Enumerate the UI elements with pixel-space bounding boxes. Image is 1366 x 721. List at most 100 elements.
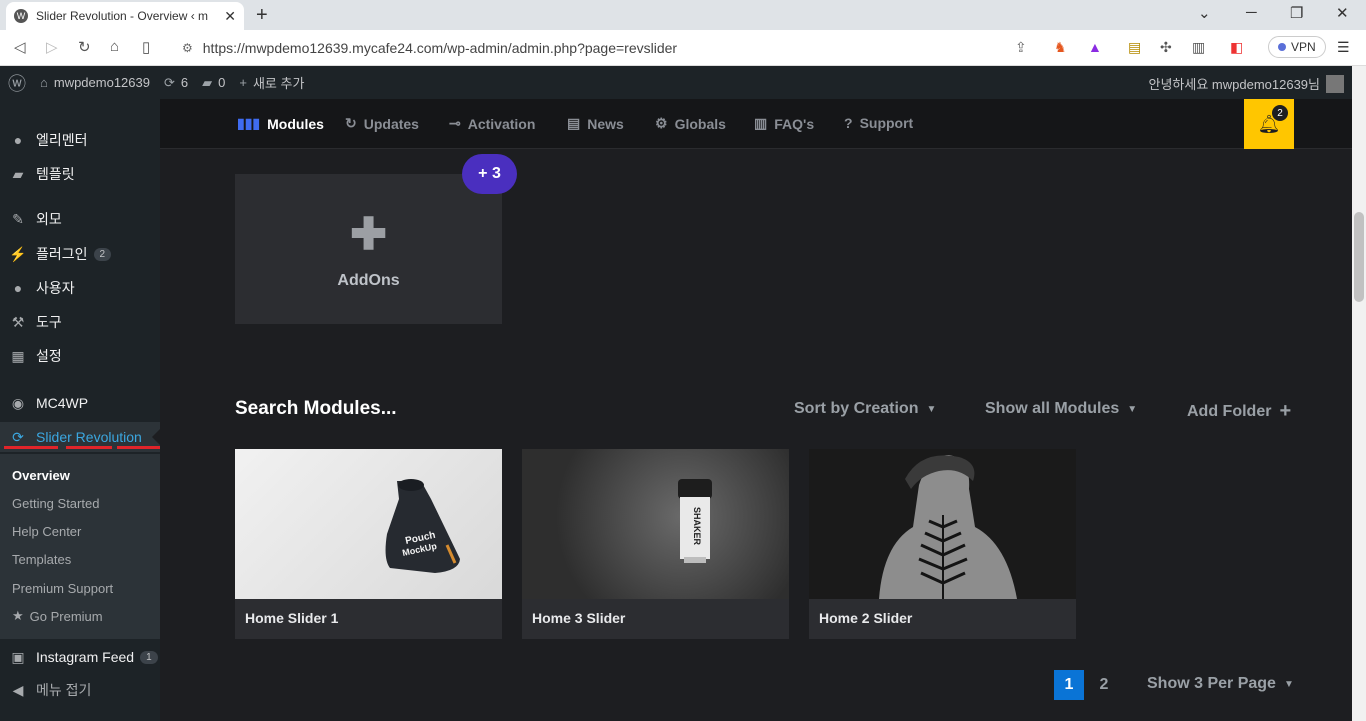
nav-modules[interactable]: ▮▮▮ Modules [237,115,324,132]
key-icon: ⊸ [449,115,461,131]
sidebar-item-templates[interactable]: ▰ 템플릿 [0,159,160,189]
page-scrollbar[interactable] [1352,66,1366,721]
refresh-icon: ⟳ [12,428,24,445]
sidebar-item-label: 메뉴 접기 [36,682,92,698]
comment-icon: ▰ [202,74,213,90]
module-card[interactable]: Home 2 Slider [809,449,1076,639]
per-page-dropdown[interactable]: Show 3 Per Page ▼ [1147,675,1294,693]
forward-icon[interactable]: ▷ [46,38,58,56]
sidebar-item-label: Instagram Feed [36,649,135,665]
sidebar-item-plugins[interactable]: ⚡ 플러그인 2 [0,239,160,269]
page-1-button[interactable]: 1 [1054,670,1084,700]
menu-icon[interactable]: ☰ [1337,39,1350,56]
minimize-icon[interactable]: ─ [1246,4,1257,21]
back-fern-tattoo-image [879,455,1017,599]
sidebar-item-settings[interactable]: ▦ 설정 [0,341,160,371]
sort-dropdown[interactable]: Sort by Creation ▼ [794,400,936,418]
sidebar-item-label: 도구 [36,314,62,330]
share-icon[interactable]: ⇪ [1015,39,1027,56]
sidebar-item-appearance[interactable]: ✎ 외모 [0,204,160,234]
folder-icon: ▰ [12,165,24,182]
new-tab-icon[interactable]: + [256,4,268,27]
nav-label: Globals [674,115,726,132]
site-info-icon[interactable]: ⚙ [182,41,193,55]
help-icon: ? [844,115,853,131]
extension-folder-icon[interactable]: ▤ [1128,39,1141,56]
nav-news[interactable]: ▤ News [567,115,624,132]
sidebar-item-label: 설정 [36,348,62,364]
sidebar-item-mc4wp[interactable]: ◉ MC4WP [0,388,160,418]
plus-icon: + [239,75,247,90]
module-card[interactable]: SHAKER Home 3 Slider [522,449,789,639]
extensions-icon[interactable]: ✣ [1160,39,1172,56]
sidebar-item-tools[interactable]: ⚒ 도구 [0,307,160,337]
new-content-link[interactable]: + 새로 추가 [239,73,304,92]
reload-icon[interactable]: ↻ [78,38,91,56]
url-field[interactable]: ⚙ https://mwpdemo12639.mycafe24.com/wp-a… [172,35,1042,61]
browser-tab[interactable]: W Slider Revolution - Overview ‹ m ✕ [6,2,244,30]
gear-icon: ⚙ [655,115,668,131]
scrollbar-thumb[interactable] [1354,212,1364,302]
caret-down-icon: ▼ [1127,403,1138,415]
brave-shield-icon[interactable]: ♞ [1054,39,1067,56]
maximize-icon[interactable]: ❐ [1290,4,1303,22]
tab-search-chevron-icon[interactable]: ⌄ [1198,4,1211,22]
nav-activation[interactable]: ⊸ Activation [449,115,535,132]
add-folder-label: Add Folder [1187,402,1272,420]
show-label: Show all Modules [985,400,1120,417]
mc4wp-icon: ◉ [11,394,25,411]
sidebar-item-partial[interactable] [0,87,160,103]
modules-icon: ▮▮▮ [237,115,261,131]
wallet-icon[interactable]: ◧ [1230,39,1243,56]
browser-tab-bar: W Slider Revolution - Overview ‹ m ✕ + ⌄… [0,0,1366,30]
submenu-premium-support[interactable]: Premium Support [0,575,160,601]
submenu-help-center[interactable]: Help Center [0,518,160,544]
module-name: Home 2 Slider [819,610,913,626]
red-underline-mark [117,446,160,449]
nav-support[interactable]: ? Support [844,115,913,131]
module-card[interactable]: Pouch MockUp Home Slider 1 [235,449,502,639]
sidebar-item-label: Slider Revolution [36,429,142,445]
submenu-getting-started[interactable]: Getting Started [0,490,160,516]
sidebar-item-label: 템플릿 [36,166,75,182]
wrench-icon: ⚒ [11,313,25,330]
notifications-button[interactable]: 🔔︎ 2 [1244,99,1294,149]
submenu-label: Premium Support [12,580,114,596]
submenu-templates[interactable]: Templates [0,546,160,572]
comments-link[interactable]: ▰ 0 [202,75,225,91]
submenu-label: Overview [12,467,70,483]
submenu-go-premium[interactable]: ★ Go Premium [0,603,160,629]
page-2-button[interactable]: 2 [1089,670,1119,700]
add-folder-button[interactable]: Add Folder + [1187,400,1291,423]
sidebar-item-instagram-feed[interactable]: ▣ Instagram Feed 1 [0,642,160,672]
addons-card[interactable]: ✚ AddOns [235,174,502,324]
back-icon[interactable]: ◁ [14,38,26,56]
submenu-overview[interactable]: Overview [0,462,160,488]
nav-globals[interactable]: ⚙ Globals [655,115,726,132]
show-modules-dropdown[interactable]: Show all Modules ▼ [985,400,1137,418]
caret-down-icon: ▼ [1283,678,1294,690]
comments-count: 0 [218,75,226,90]
sidebar-item-label: 외모 [36,211,62,227]
sidebar-item-collapse[interactable]: ◀ 메뉴 접기 [0,675,160,705]
nav-updates[interactable]: ↻ Updates [345,115,419,132]
my-account[interactable]: 안녕하세요 mwpdemo12639님 [1149,74,1344,93]
home-icon[interactable]: ⌂ [110,38,119,55]
news-icon: ▤ [567,115,581,131]
updates-link[interactable]: ⟳ 6 [164,75,188,91]
sidebar-item-elementor[interactable]: ● 엘리멘터 [0,125,160,155]
nav-label: FAQ's [774,115,815,132]
close-window-icon[interactable]: ✕ [1336,4,1349,22]
nav-faqs[interactable]: ▥ FAQ's [754,115,814,132]
sidebar-item-users[interactable]: ● 사용자 [0,273,160,303]
search-modules-title[interactable]: Search Modules... [235,398,397,420]
close-tab-icon[interactable]: ✕ [224,8,236,25]
avatar [1326,74,1344,93]
sort-label: Sort by Creation [794,400,919,417]
sidebar-icon[interactable]: ▥ [1192,39,1205,56]
bookmark-icon[interactable]: ▯ [142,38,150,56]
brave-rewards-icon[interactable]: ▲ [1088,39,1102,55]
module-name: Home 3 Slider [532,610,626,626]
vpn-button[interactable]: VPN [1268,36,1326,58]
updates-count: 6 [180,75,189,90]
